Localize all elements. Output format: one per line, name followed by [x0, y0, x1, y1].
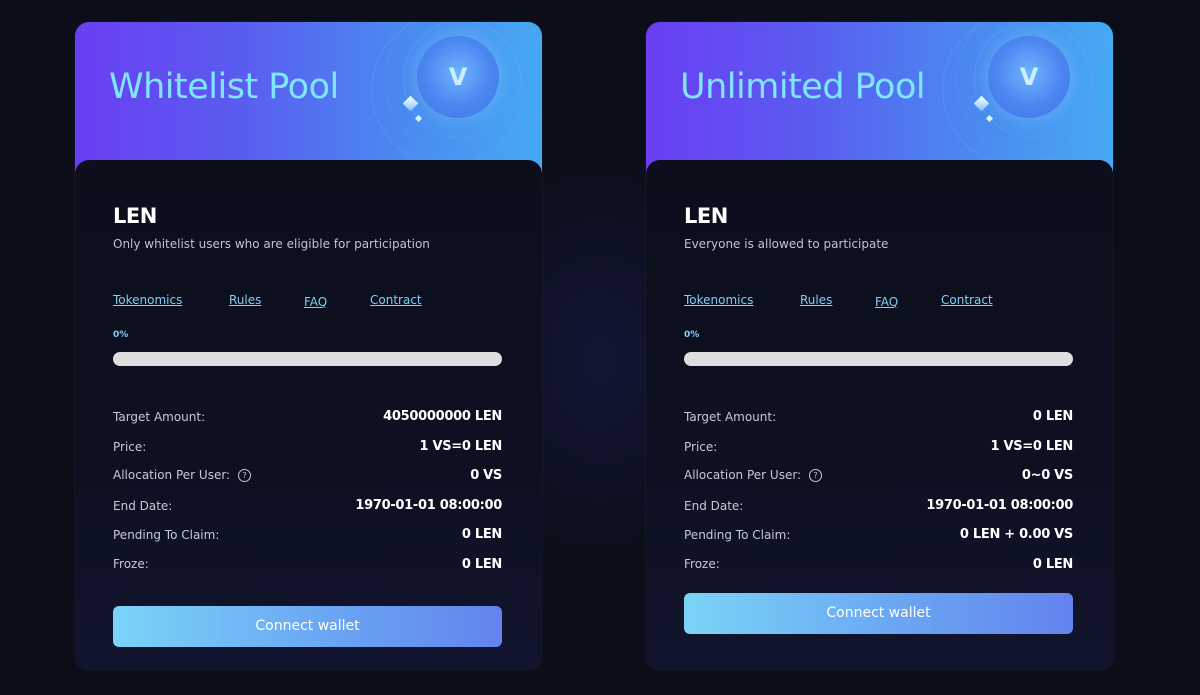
pending-claim-label: Pending To Claim:: [113, 528, 220, 542]
pending-claim-label: Pending To Claim:: [684, 528, 791, 542]
price-label: Price:: [113, 440, 147, 454]
allocation-label: Allocation Per User:: [684, 468, 802, 482]
target-amount-label: Target Amount:: [113, 410, 206, 424]
contract-link[interactable]: Contract: [370, 293, 422, 307]
end-date-value: 1970-01-01 08:00:00: [926, 498, 1073, 513]
end-date-label: End Date:: [684, 499, 744, 513]
connect-wallet-button[interactable]: Connect wallet: [113, 606, 502, 647]
faq-link[interactable]: FAQ: [875, 295, 898, 309]
connect-wallet-button[interactable]: Connect wallet: [684, 593, 1073, 634]
pool-card-whitelist: V Whitelist Pool LEN Only whitelist user…: [75, 22, 542, 670]
faq-link[interactable]: FAQ: [304, 295, 327, 309]
allocation-value: 0 VS: [470, 468, 502, 483]
token-name: LEN: [684, 204, 728, 228]
end-date-label: End Date:: [113, 499, 173, 513]
target-amount-value: 4050000000 LEN: [383, 409, 502, 424]
vs-logo-icon: V: [988, 36, 1070, 118]
allocation-label: Allocation Per User:: [113, 468, 231, 482]
allocation-value: 0~0 VS: [1021, 468, 1073, 483]
price-value: 1 VS=0 LEN: [990, 439, 1073, 454]
contract-link[interactable]: Contract: [941, 293, 993, 307]
rules-link[interactable]: Rules: [800, 293, 832, 307]
tokenomics-link[interactable]: Tokenomics: [113, 293, 182, 307]
pending-claim-value: 0 LEN: [461, 527, 502, 542]
pool-title: Whitelist Pool: [109, 67, 339, 107]
progress-percent: 0%: [113, 330, 129, 340]
rules-link[interactable]: Rules: [229, 293, 261, 307]
pool-panel: LEN Only whitelist users who are eligibl…: [75, 160, 542, 670]
target-amount-label: Target Amount:: [684, 410, 777, 424]
logo-glyph: V: [448, 63, 468, 91]
end-date-value: 1970-01-01 08:00:00: [355, 498, 502, 513]
token-name: LEN: [113, 204, 157, 228]
price-value: 1 VS=0 LEN: [419, 439, 502, 454]
pool-panel: LEN Everyone is allowed to participate T…: [646, 160, 1113, 670]
progress-bar: [113, 352, 502, 366]
pool-card-unlimited: V Unlimited Pool LEN Everyone is allowed…: [646, 22, 1113, 670]
froze-label: Froze:: [684, 557, 720, 571]
tokenomics-link[interactable]: Tokenomics: [684, 293, 753, 307]
logo-glyph: V: [1019, 63, 1039, 91]
progress-percent: 0%: [684, 330, 700, 340]
price-label: Price:: [684, 440, 718, 454]
allocation-row: Allocation Per User:?: [684, 468, 823, 482]
pending-claim-value: 0 LEN + 0.00 VS: [959, 527, 1073, 542]
allocation-row: Allocation Per User:?: [113, 468, 252, 482]
help-icon[interactable]: ?: [809, 469, 823, 482]
pool-title: Unlimited Pool: [680, 67, 926, 107]
vs-logo-icon: V: [417, 36, 499, 118]
progress-bar: [684, 352, 1073, 366]
pool-description: Only whitelist users who are eligible fo…: [113, 237, 430, 251]
pool-description: Everyone is allowed to participate: [684, 237, 889, 251]
froze-value: 0 LEN: [461, 557, 502, 572]
target-amount-value: 0 LEN: [1032, 409, 1073, 424]
froze-value: 0 LEN: [1032, 557, 1073, 572]
help-icon[interactable]: ?: [238, 469, 252, 482]
froze-label: Froze:: [113, 557, 149, 571]
